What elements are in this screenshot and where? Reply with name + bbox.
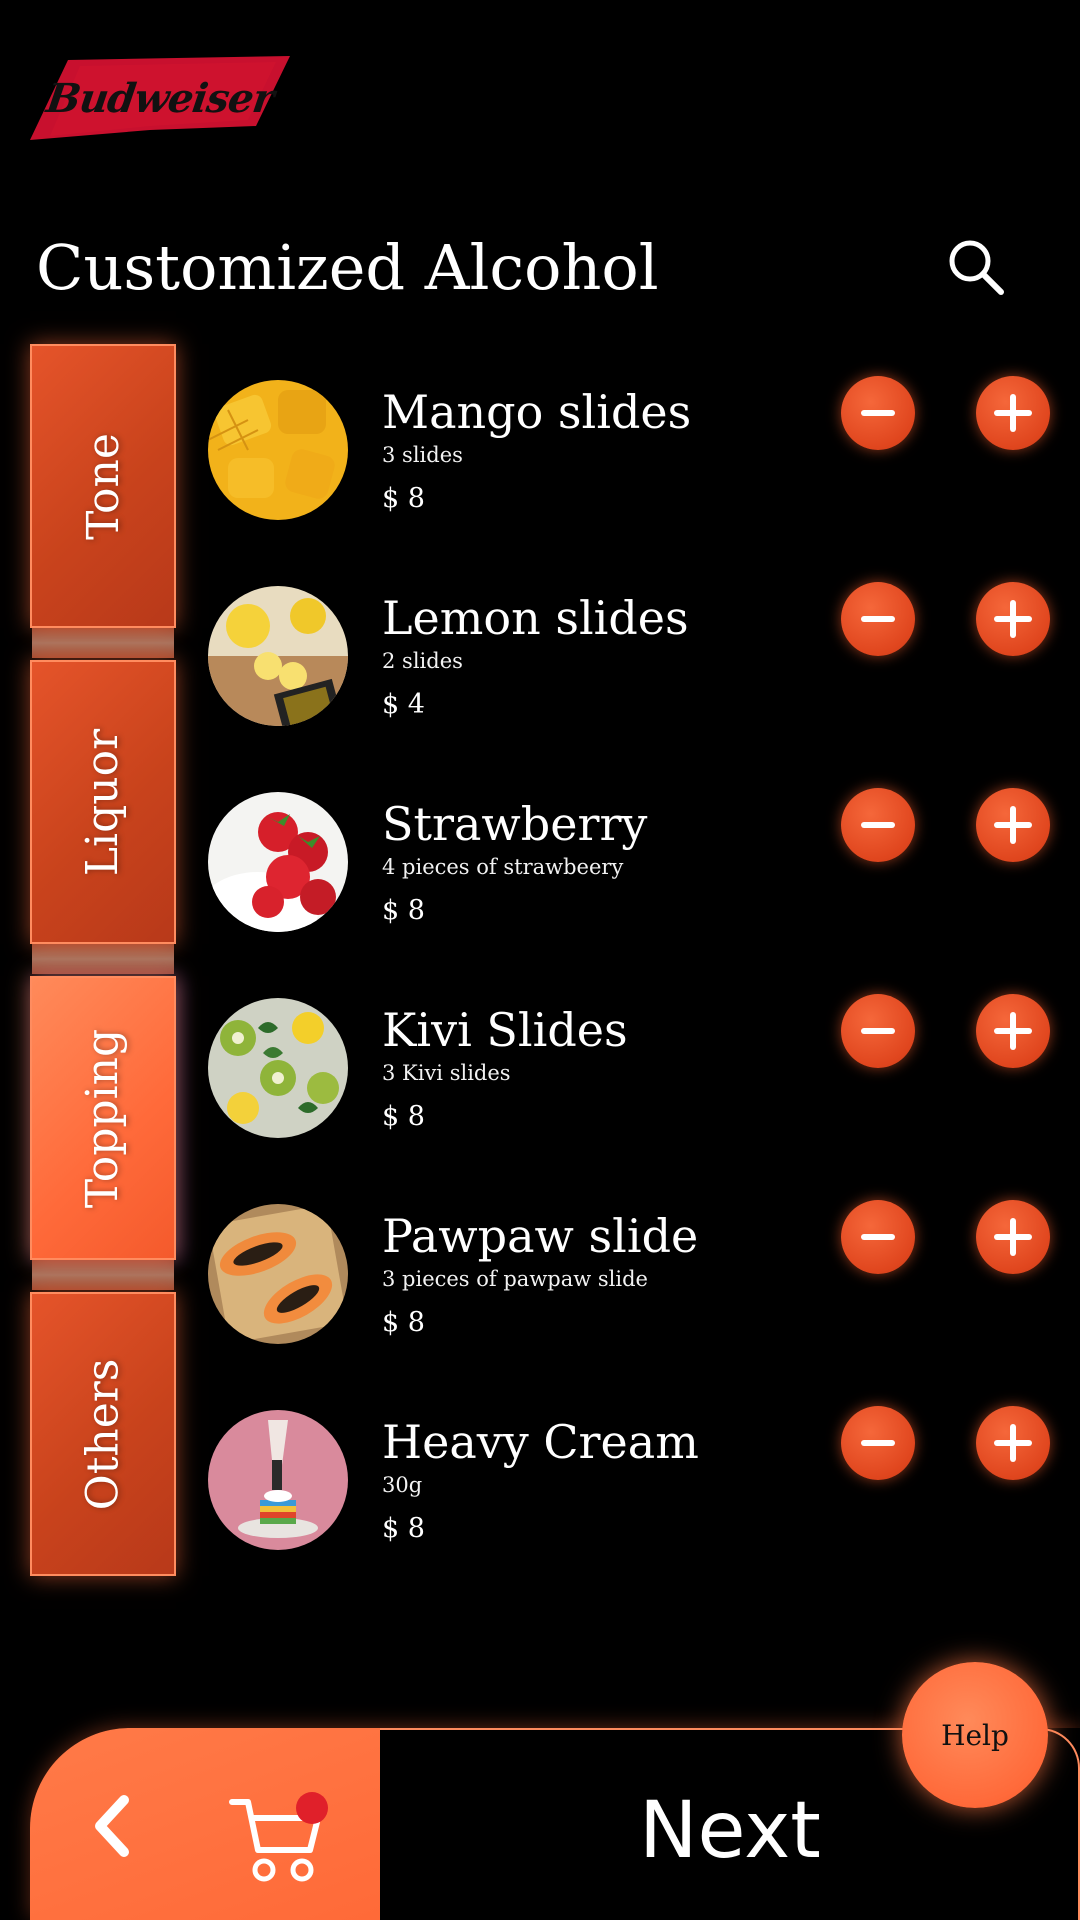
tab-divider (32, 1260, 174, 1290)
kiwi-image (208, 998, 348, 1138)
item-price: $ 8 (382, 1307, 425, 1338)
list-item: Heavy Cream 30g $ 8 (208, 1406, 1068, 1566)
list-item: Kivi Slides 3 Kivi slides $ 8 (208, 994, 1068, 1154)
cream-image (208, 1410, 348, 1550)
item-name: Kivi Slides (382, 1003, 628, 1057)
item-desc: 30g (382, 1473, 423, 1497)
list-item: Pawpaw slide 3 pieces of pawpaw slide $ … (208, 1200, 1068, 1360)
increase-button[interactable] (976, 1200, 1050, 1274)
item-desc: 2 slides (382, 649, 463, 673)
decrease-button[interactable] (841, 376, 915, 450)
minus-icon (861, 1234, 895, 1240)
item-name: Lemon slides (382, 591, 689, 645)
item-name: Mango slides (382, 385, 692, 439)
minus-icon (861, 410, 895, 416)
item-desc: 3 Kivi slides (382, 1061, 511, 1085)
chevron-left-icon[interactable] (80, 1790, 150, 1860)
decrease-button[interactable] (841, 1406, 915, 1480)
decrease-button[interactable] (841, 582, 915, 656)
item-desc: 3 pieces of pawpaw slide (382, 1267, 648, 1291)
plus-icon (994, 394, 1032, 432)
increase-button[interactable] (976, 788, 1050, 862)
item-desc: 3 slides (382, 443, 463, 467)
plus-icon (994, 1218, 1032, 1256)
minus-icon (861, 1028, 895, 1034)
tab-topping[interactable]: Topping (30, 976, 176, 1260)
tab-liquor[interactable]: Liquor (30, 660, 176, 944)
cart-badge (296, 1792, 328, 1824)
tab-label: Topping (77, 1028, 129, 1208)
tab-label: Liquor (77, 728, 129, 876)
item-price: $ 4 (382, 689, 425, 720)
tab-others[interactable]: Others (30, 1292, 176, 1576)
item-price: $ 8 (382, 895, 425, 926)
decrease-button[interactable] (841, 788, 915, 862)
search-icon[interactable] (945, 236, 1007, 298)
plus-icon (994, 806, 1032, 844)
plus-icon (994, 600, 1032, 638)
item-price: $ 8 (382, 483, 425, 514)
item-name: Heavy Cream (382, 1415, 699, 1469)
decrease-button[interactable] (841, 1200, 915, 1274)
list-item: Lemon slides 2 slides $ 4 (208, 582, 1068, 742)
increase-button[interactable] (976, 582, 1050, 656)
item-price: $ 8 (382, 1101, 425, 1132)
page-title: Customized Alcohol (36, 231, 659, 304)
plus-icon (994, 1012, 1032, 1050)
list-item: Strawberry 4 pieces of strawbeery $ 8 (208, 788, 1068, 948)
increase-button[interactable] (976, 994, 1050, 1068)
item-desc: 4 pieces of strawbeery (382, 855, 624, 879)
minus-icon (861, 822, 895, 828)
help-button[interactable]: Help (902, 1662, 1048, 1808)
strawberry-image (208, 792, 348, 932)
tab-divider (32, 628, 174, 658)
decrease-button[interactable] (841, 994, 915, 1068)
increase-button[interactable] (976, 376, 1050, 450)
tab-tone[interactable]: Tone (30, 344, 176, 628)
tab-label: Others (77, 1358, 129, 1510)
tab-label: Tone (77, 432, 129, 540)
list-item: Mango slides 3 slides $ 8 (208, 376, 1068, 536)
bar-left-panel (30, 1728, 380, 1920)
papaya-image (208, 1204, 348, 1344)
tab-divider (32, 944, 174, 974)
minus-icon (861, 1440, 895, 1446)
item-name: Pawpaw slide (382, 1209, 699, 1263)
budweiser-logo: Budweiser (30, 56, 290, 140)
minus-icon (861, 616, 895, 622)
item-name: Strawberry (382, 797, 648, 851)
logo-wordmark: Budweiser (43, 74, 277, 122)
plus-icon (994, 1424, 1032, 1462)
mango-image (208, 380, 348, 520)
increase-button[interactable] (976, 1406, 1050, 1480)
item-price: $ 8 (382, 1513, 425, 1544)
lemon-image (208, 586, 348, 726)
